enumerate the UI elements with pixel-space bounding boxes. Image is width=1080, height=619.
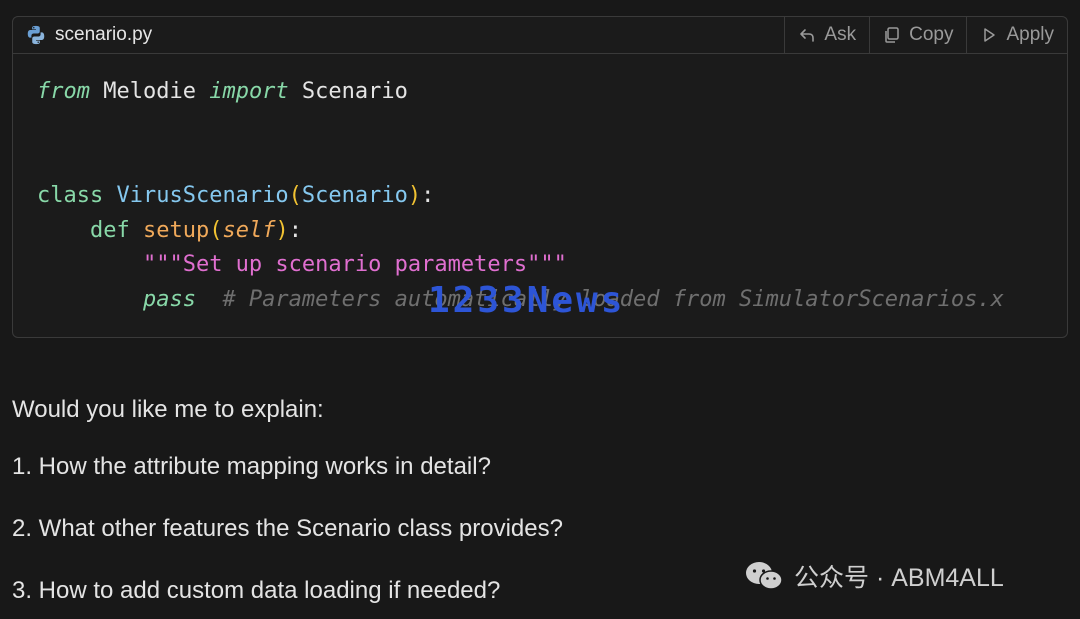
brand-text: 公众号 · ABM4ALL <box>794 564 1004 592</box>
keyword-pass: pass <box>142 287 196 312</box>
code-line-5: def setup(self): <box>37 214 302 248</box>
ask-button[interactable]: Ask <box>784 17 869 53</box>
code-line-6: """Set up scenario parameters""" <box>37 248 567 282</box>
keyword-import: import <box>209 79 289 104</box>
python-icon <box>25 24 47 46</box>
code-line-1: from Melodie import Scenario <box>37 75 408 109</box>
class-name: VirusScenario <box>103 183 289 208</box>
code-actions: Ask Copy Apply <box>784 17 1067 53</box>
keyword-from: from <box>37 79 90 104</box>
apply-button[interactable]: Apply <box>966 17 1067 53</box>
self-param: self <box>222 218 276 243</box>
base-class: Scenario <box>301 183 408 208</box>
wechat-icon <box>744 560 784 592</box>
brand-watermark: 公众号 · ABM4ALL <box>744 558 1004 594</box>
list-item: 2. What other features the Scenario clas… <box>12 515 563 542</box>
paren-close: ) <box>407 183 422 208</box>
docstring: """Set up scenario parameters""" <box>142 252 567 277</box>
colon: : <box>421 183 435 208</box>
watermark: 1233News <box>428 280 626 321</box>
play-icon <box>980 26 998 44</box>
colon: : <box>288 218 302 243</box>
code-line-4: class VirusScenario(Scenario): <box>37 179 434 213</box>
paren-open: ( <box>288 183 302 208</box>
message-intro: Would you like me to explain: <box>12 396 324 423</box>
copy-button[interactable]: Copy <box>869 17 966 53</box>
copy-label: Copy <box>909 24 954 45</box>
keyword-def: def <box>89 218 130 243</box>
copy-icon <box>883 26 901 44</box>
list-item: 3. How to add custom data loading if nee… <box>12 577 501 604</box>
paren-open: ( <box>209 218 223 243</box>
import-name: Scenario <box>288 79 408 104</box>
filename: scenario.py <box>55 24 153 45</box>
code-header: scenario.py Ask Copy Apply <box>13 17 1067 54</box>
keyword-class: class <box>37 183 104 208</box>
apply-label: Apply <box>1006 24 1054 45</box>
list-item: 1. How the attribute mapping works in de… <box>12 453 491 480</box>
module-name: Melodie <box>89 79 210 104</box>
file-tab: scenario.py <box>13 17 152 53</box>
reply-arrow-icon <box>798 26 816 44</box>
paren-close: ) <box>275 218 289 243</box>
function-name: setup <box>129 218 210 243</box>
ask-label: Ask <box>824 24 857 45</box>
